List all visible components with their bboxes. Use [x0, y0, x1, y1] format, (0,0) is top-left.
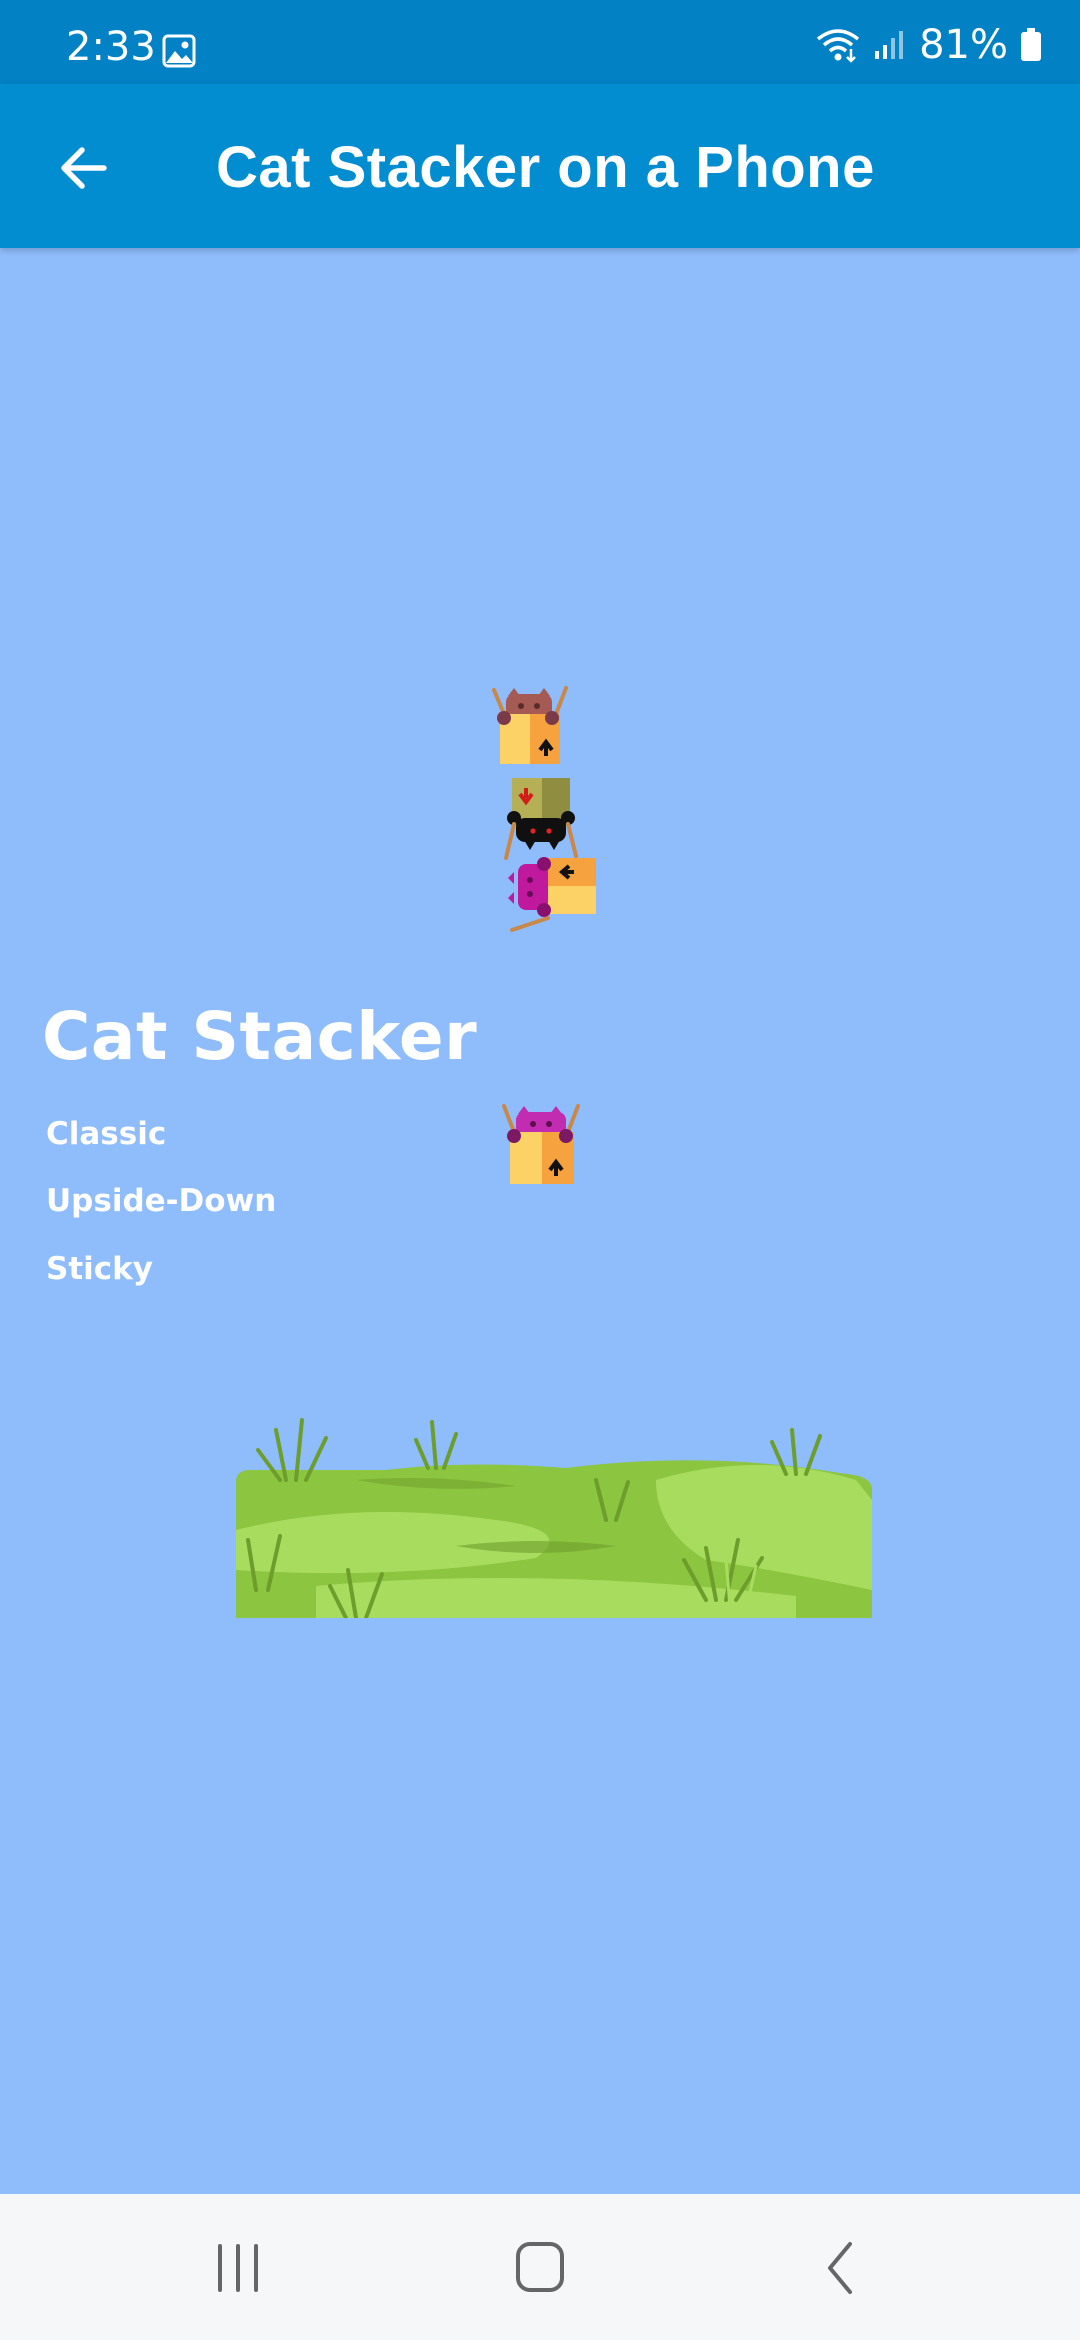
- back-icon[interactable]: [802, 2236, 882, 2300]
- mode-classic-button[interactable]: Classic: [46, 1116, 166, 1152]
- game-title: Cat Stacker: [42, 998, 478, 1075]
- magenta-cat-box: [508, 857, 596, 932]
- status-indicators: 81%: [815, 22, 1042, 68]
- wifi-icon: [817, 29, 860, 63]
- brown-cat-box: [492, 686, 568, 764]
- app-title: Cat Stacker on a Phone: [216, 135, 875, 200]
- game-canvas[interactable]: Cat Stacker Classic Upside-Down Sticky: [0, 248, 1080, 2194]
- home-icon[interactable]: [500, 2236, 580, 2300]
- mode-upside-down-button[interactable]: Upside-Down: [46, 1183, 276, 1219]
- app-bar: Cat Stacker on a Phone: [0, 84, 1080, 248]
- recent-apps-icon[interactable]: [198, 2236, 278, 2300]
- battery-percent: 81%: [919, 22, 1008, 68]
- grass-platform: [236, 1418, 872, 1618]
- signal-icon: [875, 31, 904, 59]
- black-cat-box: [504, 778, 578, 860]
- system-nav-bar: [0, 2194, 1080, 2340]
- pink-cat-box[interactable]: [500, 1102, 582, 1186]
- gallery-icon: [162, 34, 196, 68]
- back-arrow-icon[interactable]: [54, 138, 114, 198]
- status-time: 2:33: [66, 24, 156, 70]
- mode-sticky-button[interactable]: Sticky: [46, 1251, 153, 1287]
- status-bar: 2:33 81%: [0, 0, 1080, 84]
- battery-icon: [1021, 28, 1041, 61]
